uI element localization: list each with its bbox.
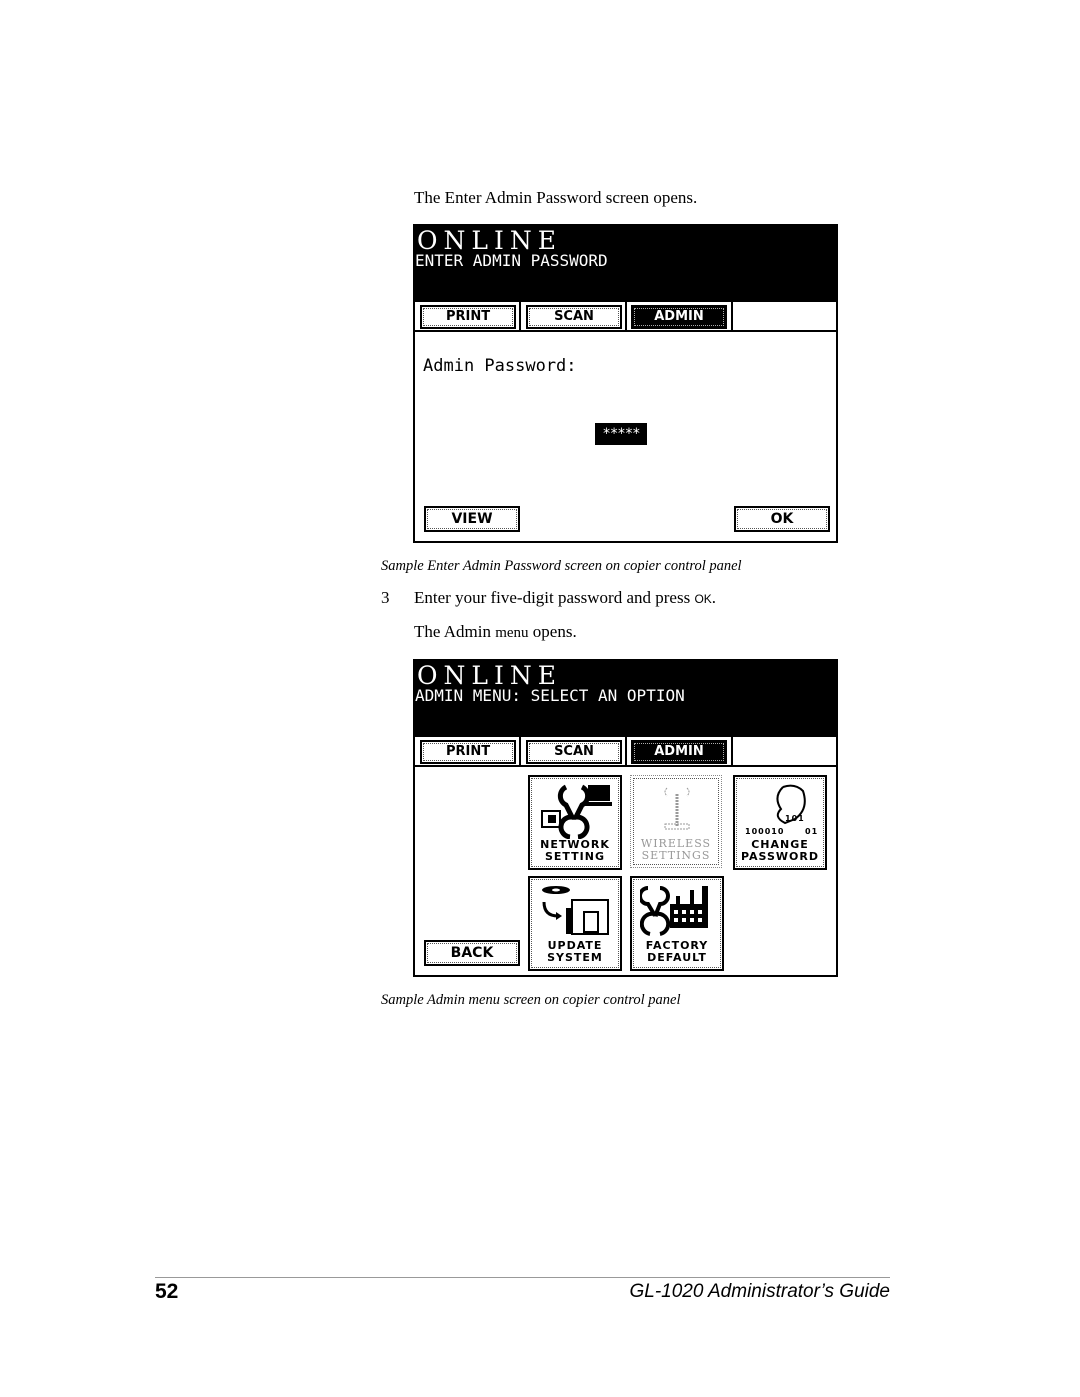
step-instruction: Enter your five-digit password and press bbox=[414, 588, 695, 607]
wireless-settings-button[interactable]: WIRELESS SETTINGS bbox=[630, 775, 722, 868]
tab-admin[interactable]: ADMIN bbox=[631, 305, 727, 329]
update-system-button[interactable]: UPDATE SYSTEM bbox=[528, 876, 622, 971]
tab-bar: PRINT SCAN ADMIN bbox=[415, 302, 836, 332]
caption-1: Sample Enter Admin Password screen on co… bbox=[381, 558, 742, 574]
tab-scan[interactable]: SCAN bbox=[526, 305, 622, 329]
intro-text: The Enter Admin Password screen opens. bbox=[414, 188, 698, 207]
wrench-factory-icon bbox=[640, 886, 708, 936]
tab-scan[interactable]: SCAN bbox=[526, 740, 622, 764]
binary-text: 01 bbox=[805, 827, 818, 836]
result-prefix: The Admin bbox=[414, 622, 496, 641]
tab-print[interactable]: PRINT bbox=[420, 740, 516, 764]
factory-default-button[interactable]: FACTORY DEFAULT bbox=[630, 876, 724, 971]
view-button[interactable]: VIEW bbox=[424, 506, 520, 532]
result-text: The Admin menu opens. bbox=[414, 622, 577, 642]
divider bbox=[731, 737, 733, 765]
back-button[interactable]: BACK bbox=[424, 940, 520, 966]
footer-rule bbox=[155, 1277, 890, 1278]
network-setting-button[interactable]: NETWORK SETTING bbox=[528, 775, 622, 870]
tile-label: PASSWORD bbox=[740, 850, 819, 863]
tab-print[interactable]: PRINT bbox=[420, 305, 516, 329]
tab-admin[interactable]: ADMIN bbox=[631, 740, 727, 764]
password-field[interactable]: ***** bbox=[595, 423, 647, 445]
caption-2: Sample Admin menu screen on copier contr… bbox=[381, 992, 681, 1008]
disc-copier-icon bbox=[542, 886, 609, 935]
step-end: . bbox=[711, 588, 717, 607]
tab-bar: PRINT SCAN ADMIN bbox=[415, 737, 836, 767]
antenna-icon bbox=[664, 787, 690, 830]
binary-text: 101 bbox=[785, 814, 805, 823]
result-suffix: opens. bbox=[528, 622, 577, 641]
change-password-button[interactable]: 101 100010 01 CHANGE PASSWORD bbox=[733, 775, 827, 870]
wrench-computer-icon bbox=[541, 784, 612, 839]
step-text: Enter your five-digit password and press… bbox=[414, 588, 716, 608]
tile-label: SYSTEM bbox=[547, 951, 603, 964]
screen-header: ONLINE ADMIN MENU: SELECT AN OPTION bbox=[415, 661, 836, 737]
ok-button[interactable]: OK bbox=[734, 506, 830, 532]
screen-header: ONLINE ENTER ADMIN PASSWORD bbox=[415, 226, 836, 302]
binary-text: 100010 bbox=[745, 827, 784, 836]
admin-menu-screen: ONLINE ADMIN MENU: SELECT AN OPTION PRIN… bbox=[413, 659, 838, 977]
divider bbox=[625, 302, 627, 330]
divider bbox=[519, 302, 521, 330]
document-page: The Enter Admin Password screen opens. O… bbox=[0, 0, 1080, 1397]
step-number: 3 bbox=[381, 588, 390, 607]
tile-label: DEFAULT bbox=[647, 951, 707, 964]
screen-title: ENTER ADMIN PASSWORD bbox=[415, 251, 608, 270]
tile-label: SETTING bbox=[544, 850, 606, 863]
page-number: 52 bbox=[155, 1280, 179, 1303]
divider bbox=[731, 302, 733, 330]
hand-binary-icon: 101 100010 01 bbox=[745, 784, 818, 836]
divider bbox=[625, 737, 627, 765]
screen-title: ADMIN MENU: SELECT AN OPTION bbox=[415, 686, 685, 705]
tile-label: SETTINGS bbox=[641, 849, 711, 862]
divider bbox=[519, 737, 521, 765]
ok-key: OK bbox=[694, 592, 712, 606]
footer-title: GL-1020 Administrator’s Guide bbox=[629, 1281, 891, 1302]
password-label: Admin Password: bbox=[423, 356, 577, 376]
result-menu: menu bbox=[495, 625, 529, 641]
enter-password-screen: ONLINE ENTER ADMIN PASSWORD PRINT SCAN A… bbox=[413, 224, 838, 543]
